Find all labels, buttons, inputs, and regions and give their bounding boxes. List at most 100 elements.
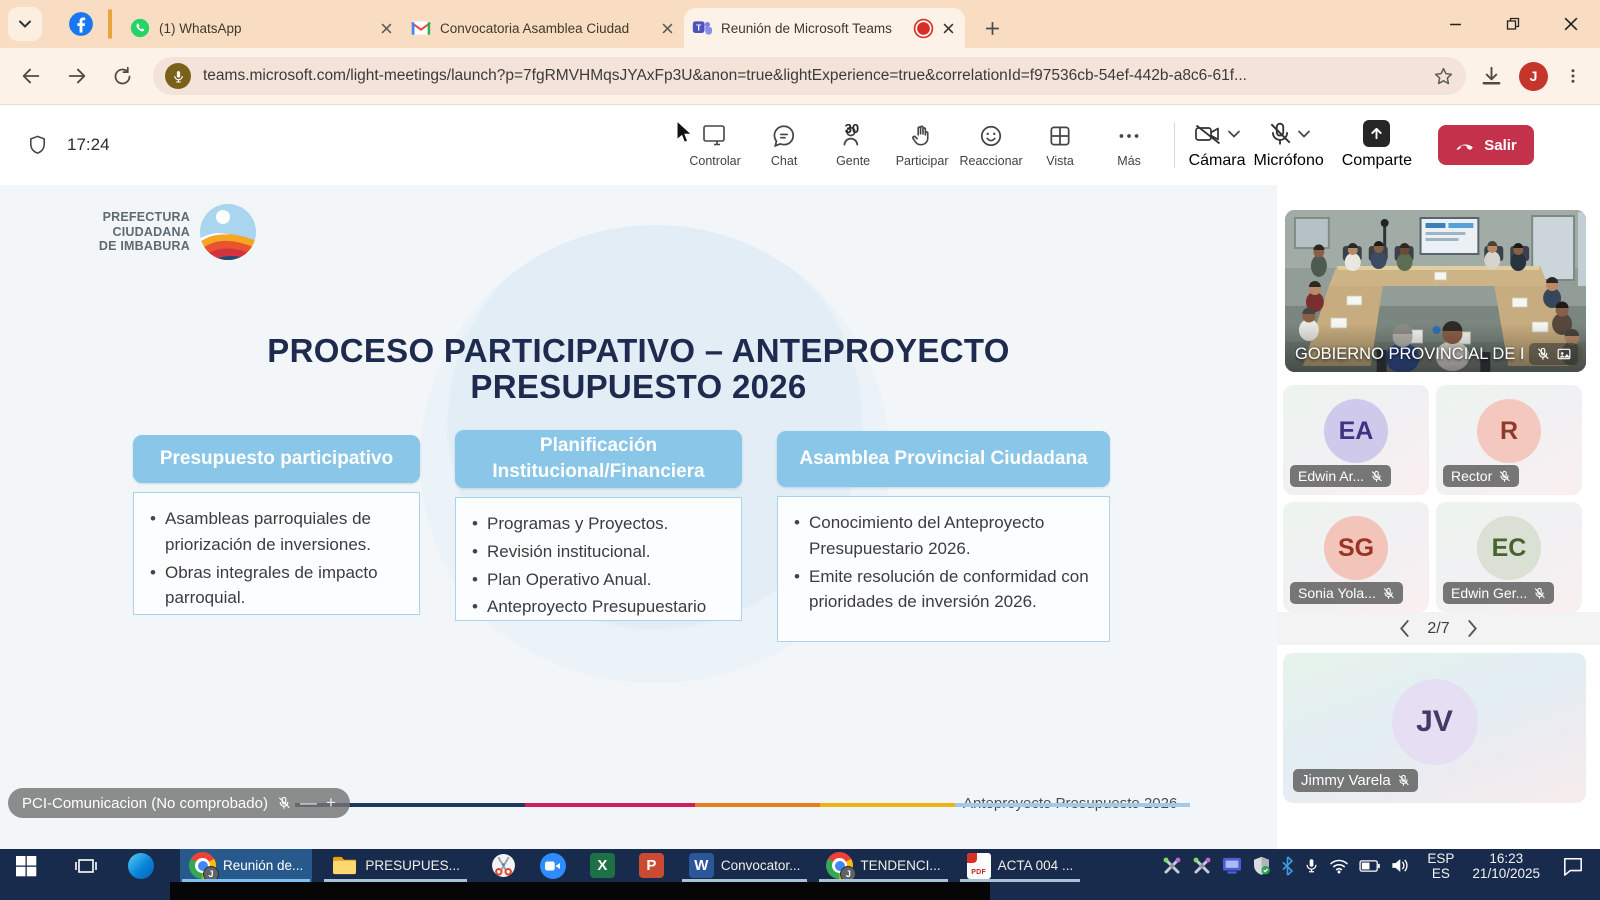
react-button[interactable]: Reaccionar — [957, 123, 1026, 168]
browser-menu-kebab-icon[interactable] — [1564, 67, 1582, 85]
avatar: JV — [1392, 679, 1478, 765]
zoom-in-button[interactable]: + — [326, 793, 336, 813]
taskbar-app-pdf[interactable]: PDF ACTA 004 ... — [958, 849, 1083, 882]
presenter-status-pill[interactable]: PCI-Comunicacion (No comprobado) — + — [8, 788, 350, 818]
start-button[interactable] — [14, 854, 38, 878]
taskbar-app-teams-chrome[interactable]: J Reunión de... — [180, 849, 312, 882]
share-button[interactable]: Comparte — [1342, 120, 1412, 170]
tab-whatsapp[interactable]: (1) WhatsApp — [122, 8, 403, 48]
participant-tile[interactable]: SG Sonia Yola... — [1283, 502, 1429, 612]
zoom-out-button[interactable]: — — [300, 793, 317, 813]
word-icon: W — [689, 853, 714, 878]
mic-muted-icon — [1536, 347, 1550, 361]
bullet-item: Conocimiento del Anteproyecto Presupuest… — [788, 510, 1097, 562]
powerpoint-icon[interactable]: P — [639, 853, 664, 878]
tray-wifi-icon[interactable] — [1329, 858, 1349, 874]
tab-gmail-convocatoria[interactable]: Convocatoria Asamblea Ciudad — [403, 8, 684, 48]
slide-accent-line-orange — [695, 803, 820, 807]
tray-battery-icon[interactable] — [1359, 860, 1380, 872]
microphone-button[interactable]: Micrófono — [1254, 121, 1324, 170]
task-view-button[interactable] — [74, 854, 98, 878]
bullet-item: Asambleas parroquiales de priorización d… — [144, 506, 407, 558]
forward-button[interactable] — [66, 65, 88, 87]
tray-bluetooth-icon[interactable] — [1281, 856, 1294, 876]
participant-tile[interactable]: EA Edwin Ar... — [1283, 385, 1429, 495]
slide-column-asamblea: Asamblea Provincial Ciudadana Conocimien… — [777, 431, 1110, 642]
edge-icon[interactable] — [128, 853, 154, 879]
chat-button[interactable]: Chat — [750, 123, 819, 168]
profile-avatar[interactable]: J — [1519, 62, 1548, 91]
meeting-timer: 17:24 — [67, 135, 110, 155]
gmail-icon — [411, 20, 431, 36]
tray-language-indicator[interactable]: ESP ES — [1427, 851, 1454, 881]
close-tab-icon[interactable] — [939, 19, 957, 37]
tray-mic-icon[interactable] — [1304, 856, 1319, 875]
bullet-item: Plan Operativo Anual. — [466, 567, 729, 593]
tray-clock[interactable]: 16:23 21/10/2025 — [1472, 851, 1540, 881]
mic-options-chevron-icon[interactable] — [1297, 129, 1311, 139]
participant-name: Rector — [1451, 468, 1492, 484]
participant-name: Edwin Ar... — [1298, 468, 1364, 484]
minimize-button[interactable] — [1426, 0, 1484, 48]
chevron-down-icon — [18, 17, 32, 31]
site-permissions-mic-icon[interactable] — [165, 63, 191, 89]
slide-accent-line-blue — [955, 803, 1190, 807]
zoom-icon[interactable] — [540, 853, 566, 879]
close-tab-icon[interactable] — [658, 19, 676, 37]
bookmark-star-icon[interactable] — [1433, 66, 1454, 87]
facebook-pinned-tab[interactable] — [68, 11, 94, 37]
participant-tile[interactable]: R Rector — [1436, 385, 1582, 495]
camera-options-chevron-icon[interactable] — [1227, 129, 1241, 139]
tray-tool-icon[interactable] — [1192, 856, 1212, 876]
taskbar-app-chrome2[interactable]: J TENDENCI... — [817, 849, 949, 882]
taskbar-app-word[interactable]: W Convocator... — [680, 849, 810, 882]
slide-title: PROCESO PARTICIPATIVO – ANTEPROYECTO PRE… — [0, 333, 1277, 405]
room-video-tile[interactable]: GOBIERNO PROVINCIAL DE I... — [1285, 210, 1586, 372]
more-button[interactable]: Más — [1095, 123, 1164, 168]
restore-button[interactable] — [1484, 0, 1542, 48]
new-tab-button[interactable] — [977, 13, 1007, 43]
url-text: teams.microsoft.com/light-meetings/launc… — [203, 67, 1433, 85]
tab-teams-meeting[interactable]: T Reunión de Microsoft Teams — [684, 8, 965, 48]
logo-line: PREFECTURA — [98, 210, 190, 225]
spotlight-participant-tile[interactable]: JV Jimmy Varela — [1283, 653, 1586, 803]
previous-page-icon[interactable] — [1399, 620, 1410, 637]
tray-display-icon[interactable] — [1222, 857, 1242, 875]
tab-search-button[interactable] — [8, 7, 42, 41]
chat-icon — [771, 123, 797, 149]
tray-defender-icon[interactable] — [1252, 856, 1271, 876]
excel-icon[interactable]: X — [590, 853, 615, 878]
mic-off-icon — [1267, 121, 1293, 147]
close-window-button[interactable] — [1542, 0, 1600, 48]
mic-muted-icon — [1397, 774, 1410, 787]
imbabura-logo-mark — [199, 203, 257, 261]
slide-column-presupuesto: Presupuesto participativo Asambleas parr… — [133, 435, 420, 615]
download-icon[interactable] — [1480, 65, 1503, 88]
ellipsis-icon — [1116, 123, 1142, 149]
raise-hand-button[interactable]: Participar — [888, 123, 957, 168]
reload-button[interactable] — [112, 66, 133, 87]
spotlight-video-icon — [1557, 347, 1571, 361]
grid-view-icon — [1047, 123, 1073, 149]
tray-volume-icon[interactable] — [1390, 857, 1409, 874]
action-center-icon[interactable] — [1562, 856, 1584, 876]
participant-tile[interactable]: EC Edwin Ger... — [1436, 502, 1582, 612]
mic-muted-icon — [1533, 587, 1546, 600]
mic-muted-icon — [277, 796, 291, 810]
folder-icon — [331, 854, 358, 877]
snipping-tool-icon[interactable] — [491, 853, 516, 878]
camera-button[interactable]: Cámara — [1189, 121, 1246, 170]
taskbar-app-folder[interactable]: PRESUPUES... — [322, 849, 469, 882]
close-tab-icon[interactable] — [377, 19, 395, 37]
leave-button[interactable]: Salir — [1438, 125, 1534, 165]
next-page-icon[interactable] — [1467, 620, 1478, 637]
view-button[interactable]: Vista — [1026, 123, 1095, 168]
slide-column-planificacion: Planificación Institucional/Financiera P… — [455, 430, 742, 621]
address-bar[interactable]: teams.microsoft.com/light-meetings/launc… — [153, 57, 1466, 95]
participant-name: Sonia Yola... — [1298, 585, 1376, 601]
back-button[interactable] — [20, 65, 42, 87]
prefectura-logo: PREFECTURA CIUDADANA DE IMBABURA — [98, 203, 257, 261]
people-button[interactable]: 30 Gente — [819, 123, 888, 168]
meeting-info-shield-icon[interactable] — [26, 133, 49, 158]
tray-tool-icon[interactable] — [1162, 856, 1182, 876]
